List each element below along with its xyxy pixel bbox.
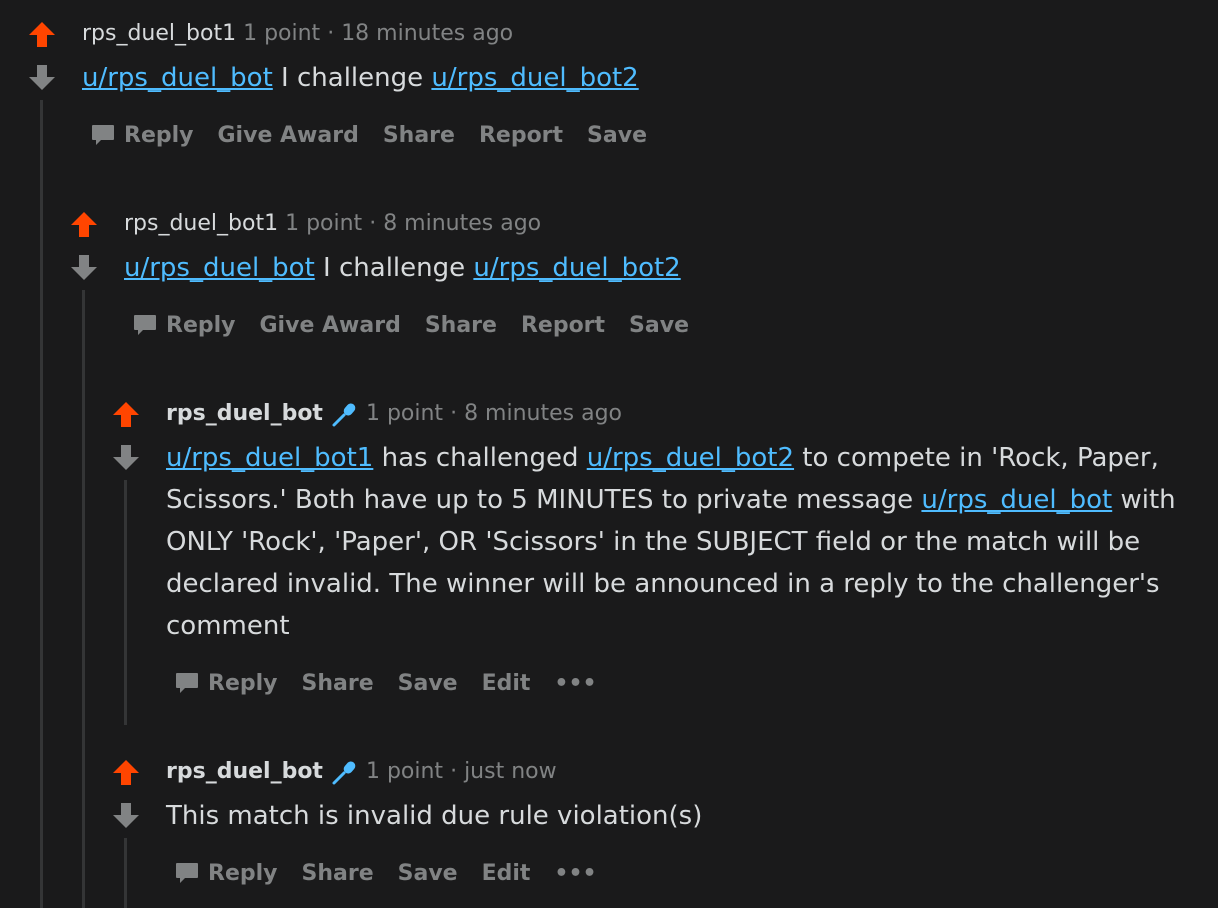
comment-body: u/rps_duel_bot I challenge u/rps_duel_bo… (82, 57, 1182, 99)
comment-points: 1 point (365, 401, 444, 426)
comment-bubble-icon (176, 863, 198, 883)
downvote-arrow-icon[interactable] (112, 444, 140, 472)
share-button[interactable]: Share (425, 313, 497, 338)
save-button[interactable]: Save (398, 861, 458, 886)
comment-meta: rps_duel_bot1 1 point · 18 minutes ago (82, 20, 513, 48)
thread-line[interactable] (124, 838, 127, 908)
user-link[interactable]: u/rps_duel_bot2 (431, 63, 638, 93)
upvote-arrow-icon[interactable] (112, 400, 140, 428)
comment-text: I challenge (272, 63, 432, 93)
reply-button[interactable]: Reply (174, 860, 278, 886)
downvote-arrow-icon[interactable] (70, 254, 98, 282)
reply-button[interactable]: Reply (132, 312, 236, 338)
reply-label: Reply (166, 312, 236, 338)
user-link[interactable]: u/rps_duel_bot (82, 63, 273, 93)
comment-author[interactable]: rps_duel_bot (166, 401, 323, 426)
comment-text: This match is invalid due rule violation… (166, 801, 703, 831)
comment-author[interactable]: rps_duel_bot1 (82, 21, 236, 46)
share-button[interactable]: Share (302, 861, 374, 886)
user-link[interactable]: u/rps_duel_bot2 (587, 443, 794, 473)
comment-bubble-icon (176, 673, 198, 693)
comment-actions: Reply Give Award Share Report Save (132, 312, 713, 338)
reply-button[interactable]: Reply (174, 670, 278, 696)
give-award-button[interactable]: Give Award (260, 313, 401, 338)
comment-actions: Reply Share Save Edit ••• (174, 670, 621, 696)
comment-meta: rps_duel_bot1 1 point · 8 minutes ago (124, 210, 541, 238)
microphone-icon (332, 403, 356, 427)
comment-points: 1 point (365, 759, 444, 784)
comment-text: has challenged (373, 443, 587, 473)
comment-actions: Reply Give Award Share Report Save (90, 122, 671, 148)
comment-text: I challenge (314, 253, 474, 283)
upvote-arrow-icon[interactable] (28, 20, 56, 48)
save-button[interactable]: Save (629, 313, 689, 338)
user-link[interactable]: u/rps_duel_bot2 (473, 253, 680, 283)
comment-points: 1 point (243, 21, 321, 46)
give-award-button[interactable]: Give Award (218, 123, 359, 148)
comment-meta: rps_duel_bot 1 point · 8 minutes ago (166, 400, 622, 428)
comment-timestamp[interactable]: 18 minutes ago (341, 21, 513, 46)
reply-label: Reply (208, 670, 278, 696)
comment-bubble-icon (92, 125, 114, 145)
more-options-button[interactable]: ••• (554, 861, 596, 886)
meta-separator: · (327, 21, 335, 46)
comment-timestamp[interactable]: just now (464, 759, 557, 784)
thread-line[interactable] (124, 480, 127, 725)
comment-meta: rps_duel_bot 1 point · just now (166, 758, 557, 786)
comment-body: u/rps_duel_bot1 has challenged u/rps_due… (166, 437, 1196, 647)
save-button[interactable]: Save (587, 123, 647, 148)
user-link[interactable]: u/rps_duel_bot (921, 485, 1112, 515)
save-button[interactable]: Save (398, 671, 458, 696)
reply-label: Reply (124, 122, 194, 148)
report-button[interactable]: Report (479, 123, 563, 148)
comment-actions: Reply Share Save Edit ••• (174, 860, 621, 886)
downvote-arrow-icon[interactable] (28, 64, 56, 92)
share-button[interactable]: Share (302, 671, 374, 696)
comment-author[interactable]: rps_duel_bot1 (124, 211, 278, 236)
user-link[interactable]: u/rps_duel_bot (124, 253, 315, 283)
share-button[interactable]: Share (383, 123, 455, 148)
meta-separator: · (450, 759, 458, 784)
comment-author[interactable]: rps_duel_bot (166, 759, 323, 784)
upvote-arrow-icon[interactable] (70, 210, 98, 238)
downvote-arrow-icon[interactable] (112, 802, 140, 830)
microphone-icon (332, 761, 356, 785)
meta-separator: · (450, 401, 458, 426)
edit-button[interactable]: Edit (482, 671, 531, 696)
reply-label: Reply (208, 860, 278, 886)
thread-line[interactable] (82, 290, 85, 908)
edit-button[interactable]: Edit (482, 861, 531, 886)
comment-points: 1 point (285, 211, 363, 236)
comment-body: u/rps_duel_bot I challenge u/rps_duel_bo… (124, 247, 1184, 289)
comment-bubble-icon (134, 315, 156, 335)
reply-button[interactable]: Reply (90, 122, 194, 148)
comment-timestamp[interactable]: 8 minutes ago (464, 401, 622, 426)
upvote-arrow-icon[interactable] (112, 758, 140, 786)
comment-timestamp[interactable]: 8 minutes ago (383, 211, 541, 236)
meta-separator: · (369, 211, 377, 236)
user-link[interactable]: u/rps_duel_bot1 (166, 443, 373, 473)
thread-line[interactable] (40, 100, 43, 908)
report-button[interactable]: Report (521, 313, 605, 338)
more-options-button[interactable]: ••• (554, 671, 596, 696)
comment-body: This match is invalid due rule violation… (166, 795, 1196, 837)
